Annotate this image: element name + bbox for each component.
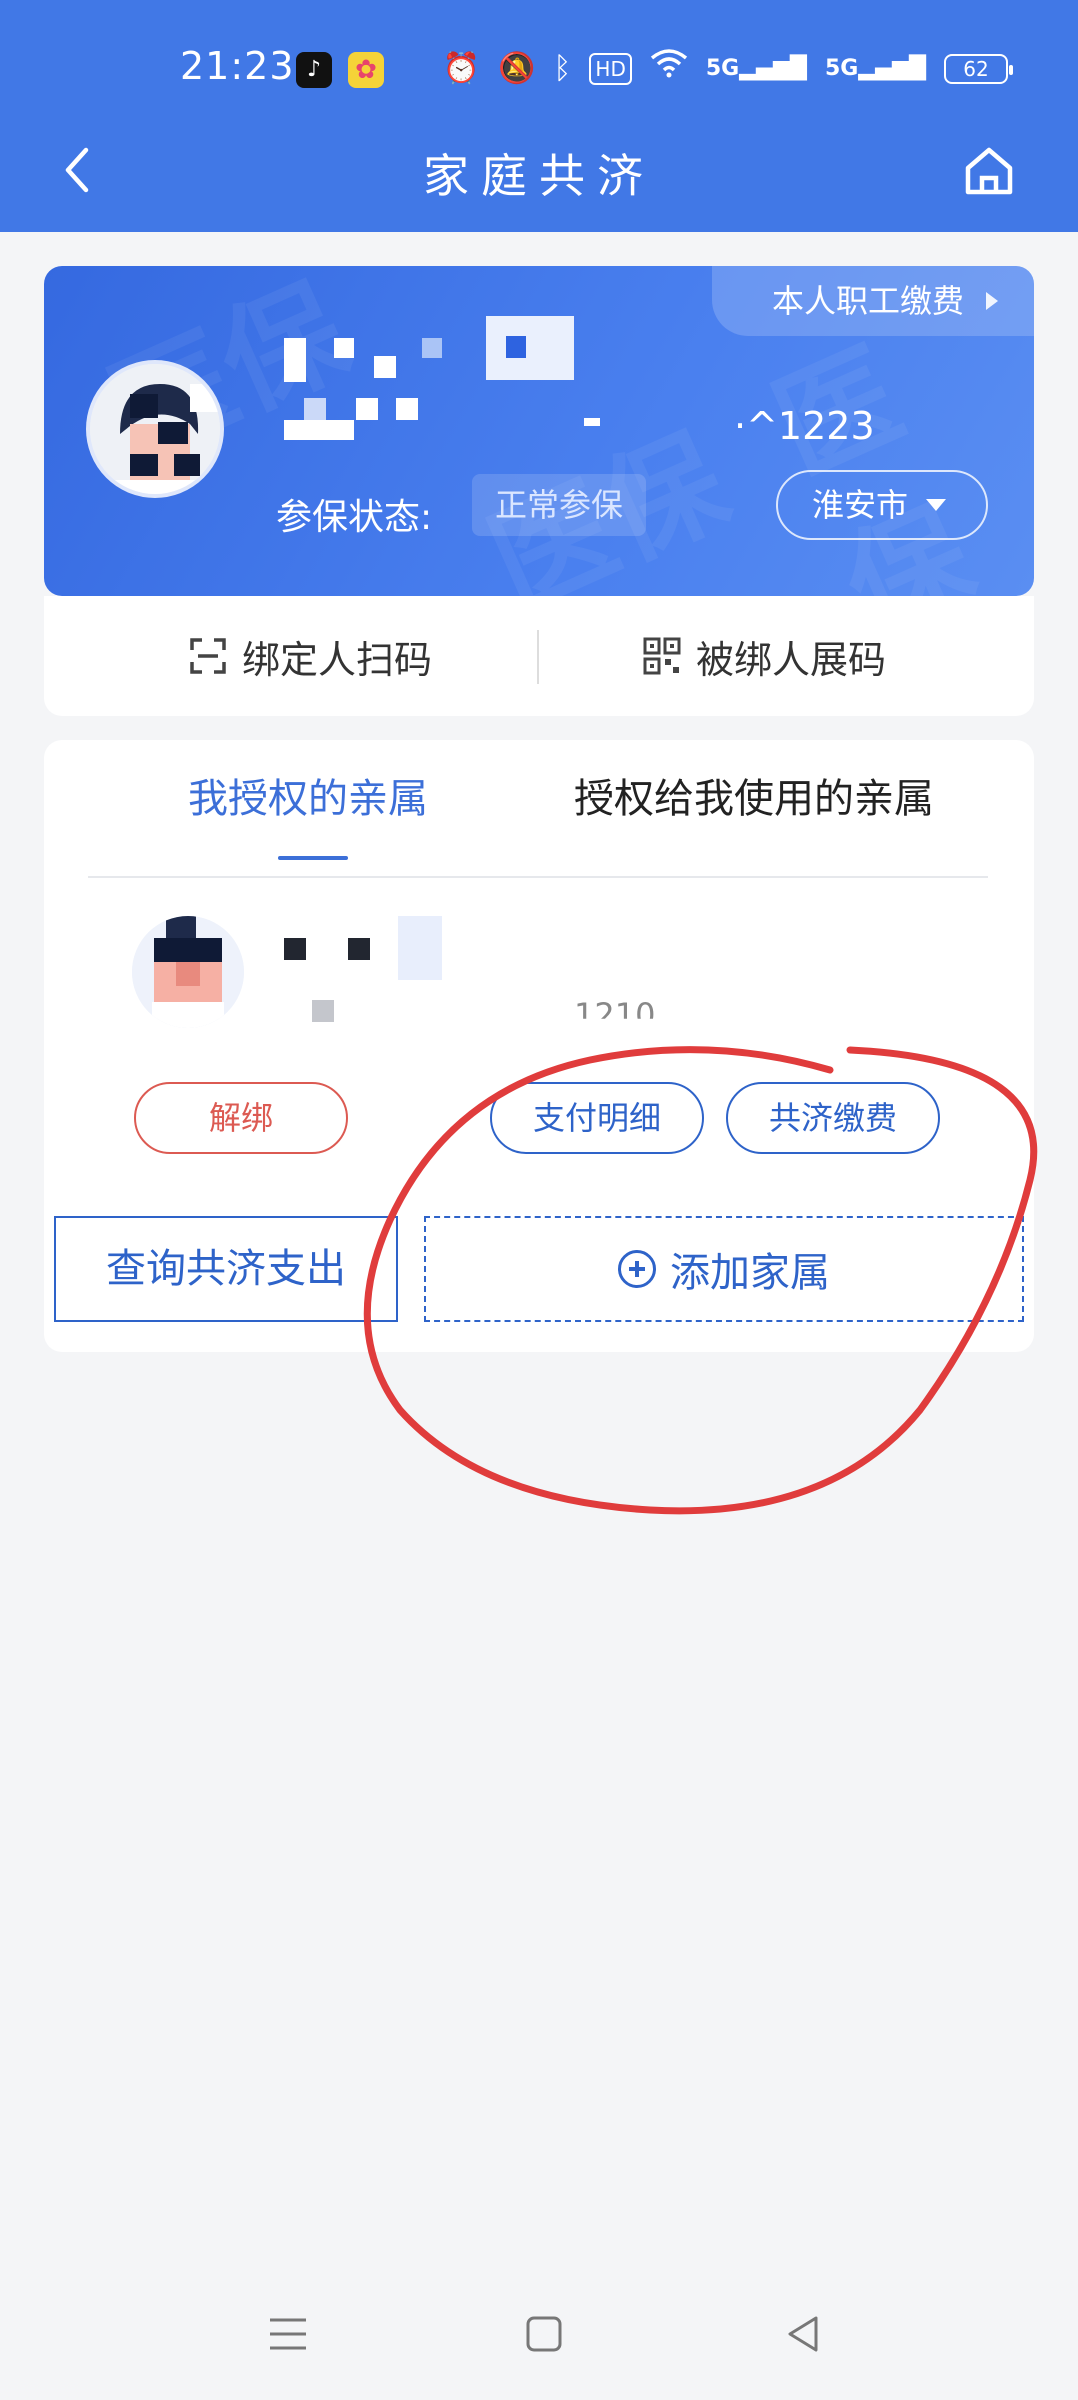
tab-authorized-to-me[interactable]: 授权给我使用的亲属	[574, 740, 934, 858]
signal-label: 5G	[705, 55, 740, 81]
qr-code-icon	[643, 637, 681, 675]
scan-bar: 绑定人扫码 被绑人展码	[44, 596, 1034, 716]
mute-icon: 🔕	[498, 50, 536, 86]
member-avatar	[132, 916, 244, 1028]
alarm-icon: ⏰	[442, 50, 481, 86]
employee-pay-label: 本人职工缴费	[772, 282, 965, 320]
avatar	[86, 360, 224, 498]
insurance-status-badge: 正常参保	[472, 474, 646, 536]
caret-down-icon	[926, 499, 946, 511]
scan-label: 绑定人扫码	[242, 637, 433, 682]
unbind-button[interactable]: 解绑	[134, 1082, 348, 1154]
name-mosaic	[284, 316, 624, 440]
city-select[interactable]: 淮安市	[776, 470, 988, 540]
home-icon	[965, 147, 1013, 195]
employee-pay-link[interactable]: 本人职工缴费	[712, 266, 1034, 336]
divider	[537, 630, 539, 684]
active-tab-indicator	[278, 856, 348, 860]
system-nav-bar	[0, 2270, 1078, 2400]
profile-card: 医保 医保 医保 本人职工缴费 ·^1223 参保状态: 正常参保 淮安市	[44, 266, 1034, 596]
show-code-button[interactable]: 被绑人展码	[642, 596, 886, 716]
insurance-status-label: 参保状态:	[276, 497, 433, 538]
scan-icon	[190, 638, 226, 674]
status-time: 21:23	[180, 44, 295, 88]
page-title: 家庭共济	[423, 149, 655, 203]
member-phone-suffix: 1210	[574, 996, 656, 1034]
family-pay-button[interactable]: 共济缴费	[726, 1082, 940, 1154]
hd-icon: HD	[589, 52, 632, 85]
5g-signal-icon: 5G▂▄▆█	[824, 55, 926, 81]
menu-button[interactable]	[258, 2304, 318, 2364]
square-icon	[526, 2316, 562, 2352]
battery-indicator: 62	[944, 53, 1013, 84]
tiktok-app-icon: ♪	[296, 52, 332, 88]
triangle-back-icon	[788, 2316, 818, 2352]
flower-app-icon: ✿	[348, 52, 384, 88]
account-number: ·^1223	[734, 404, 875, 448]
scan-button[interactable]: 绑定人扫码	[188, 596, 432, 716]
relatives-panel: 我授权的亲属 授权给我使用的亲属 1210 解绑 支付明细 共济缴费 查询共济支…	[44, 740, 1034, 1352]
add-family-label: 添加家属	[670, 1250, 830, 1296]
add-family-member-button[interactable]: 添加家属	[424, 1216, 1024, 1322]
wifi-icon	[650, 48, 688, 89]
tab-authorized-by-me[interactable]: 我授权的亲属	[188, 740, 428, 858]
show-code-label: 被绑人展码	[696, 637, 887, 682]
divider	[88, 876, 988, 878]
menu-icon	[270, 2318, 306, 2350]
member-name-mosaic	[284, 916, 504, 1036]
caret-right-icon	[986, 292, 998, 310]
payment-detail-button[interactable]: 支付明细	[490, 1082, 704, 1154]
signal-label: 5G	[824, 55, 859, 81]
city-value: 淮安市	[812, 486, 909, 524]
bluetooth-icon: ᛒ	[553, 50, 572, 86]
5g-signal-icon: 5G▂▄▆█	[705, 55, 807, 81]
home-nav-button[interactable]	[514, 2304, 574, 2364]
query-expenses-button[interactable]: 查询共济支出	[54, 1216, 398, 1322]
home-button[interactable]	[960, 142, 1018, 200]
add-circle-icon	[618, 1250, 656, 1288]
status-bar: 21:23 ♪ ✿ ⏰ 🔕 ᛒ HD 5G▂▄▆█ 5G▂▄▆█ 62	[0, 0, 1078, 140]
back-nav-button[interactable]	[774, 2304, 834, 2364]
